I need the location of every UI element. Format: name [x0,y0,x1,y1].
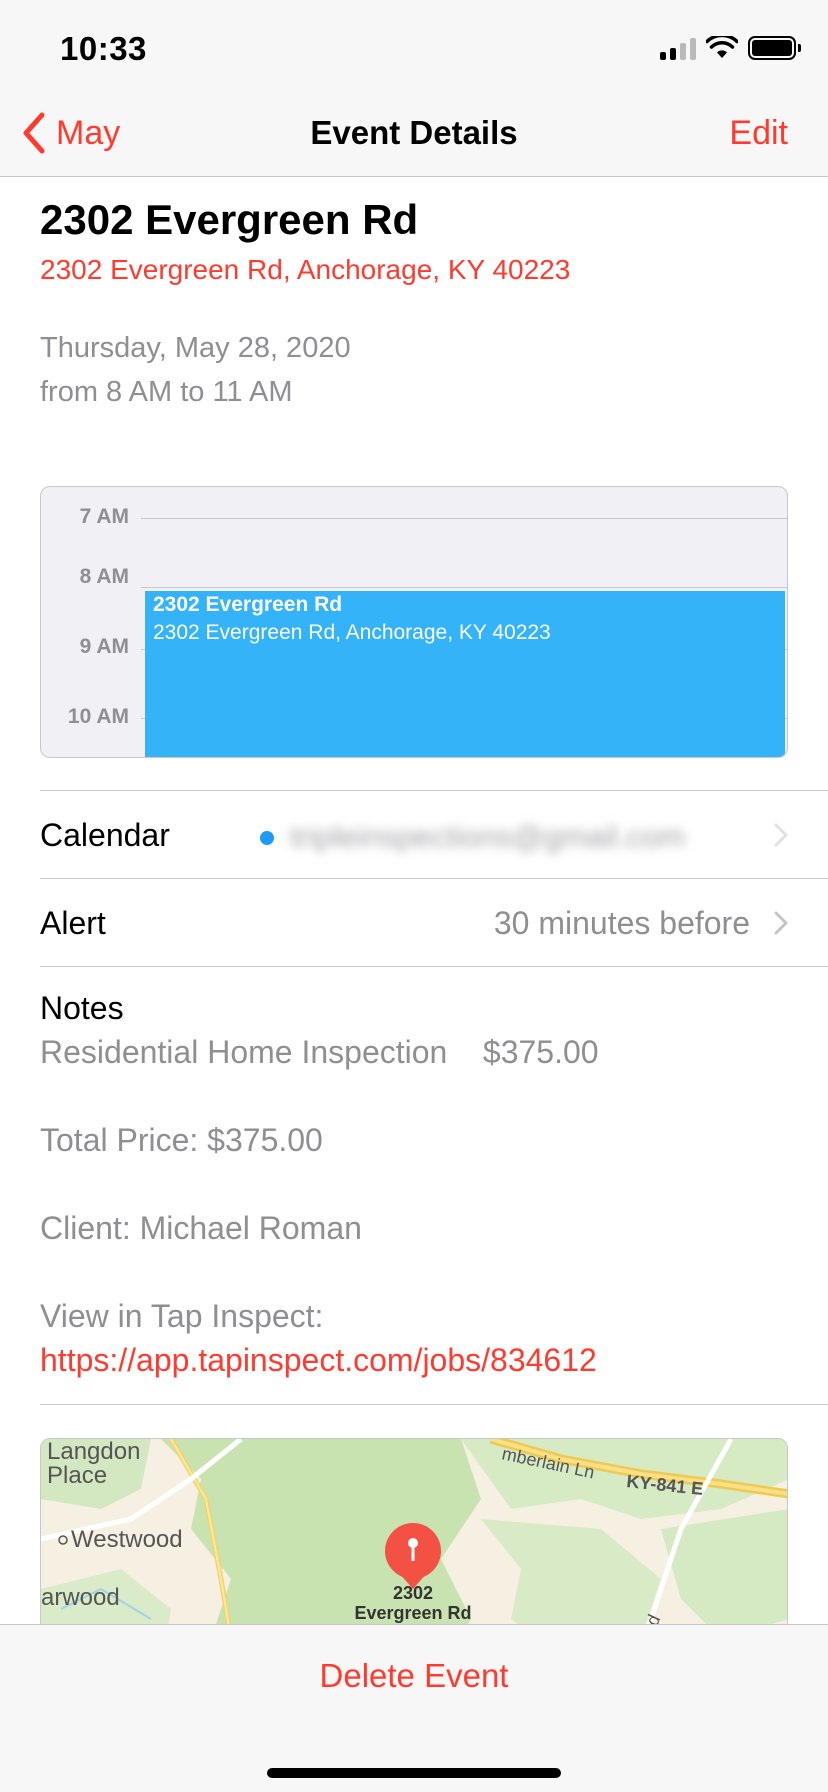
battery-icon [748,36,801,60]
event-title: 2302 Evergreen Rd [40,196,419,243]
notes-view-in-tap: View in Tap Inspect: [40,1298,324,1334]
preview-event-block[interactable]: 2302 Evergreen Rd 2302 Evergreen Rd, Anc… [145,591,785,757]
hour-label-7am: 7 AM [79,505,129,528]
home-indicator[interactable] [267,1768,561,1778]
map-pin-label-2: Evergreen Rd [354,1603,471,1623]
calendar-account-value: tripleinspections@gmail.com [290,819,686,854]
event-location-link[interactable]: 2302 Evergreen Rd, Anchorage, KY 40223 [40,254,570,286]
calendar-label: Calendar [40,817,170,853]
preview-event-location: 2302 Evergreen Rd, Anchorage, KY 40223 [153,621,551,644]
wifi-icon [706,36,738,58]
page-title: Event Details [310,114,518,151]
hour-line [141,518,787,519]
chevron-right-icon [774,911,788,935]
notes-client: Client: Michael Roman [40,1210,362,1246]
cellular-signal-icon [660,36,696,60]
divider [40,966,828,967]
bottom-toolbar: Delete Event [0,1624,828,1792]
alert-value: 30 minutes before [493,905,750,941]
map-pin-label-1: 2302 [393,1583,433,1603]
notes-total-price: Total Price: $375.00 [40,1122,323,1158]
event-date: Thursday, May 28, 2020 [40,332,351,364]
hour-label-10am: 10 AM [67,705,129,728]
map-label-arwood: arwood [41,1584,120,1611]
chevron-right-icon [774,823,788,847]
calendar-color-dot [260,831,274,845]
hour-label-8am: 8 AM [79,565,129,588]
status-bar: 10:33 [0,0,828,100]
hour-line [141,587,787,588]
edit-button[interactable]: Edit [729,114,788,153]
notes-service-line: Residential Home Inspection $375.00 [40,1034,599,1070]
status-time: 10:33 [60,30,147,67]
location-map[interactable]: Langdon Place Westwood arwood mberlain L… [40,1438,788,1625]
map-label-westwood: Westwood [71,1526,183,1553]
alert-row[interactable]: Alert 30 minutes before [40,878,828,966]
divider [40,1404,828,1405]
calendar-row[interactable]: Calendar tripleinspections@gmail.com [40,790,828,878]
event-time-range: from 8 AM to 11 AM [40,376,293,408]
map-graphic: Langdon Place Westwood arwood mberlain L… [41,1439,787,1625]
tap-inspect-link[interactable]: https://app.tapinspect.com/jobs/834612 [40,1342,597,1379]
preview-event-title: 2302 Evergreen Rd [153,593,343,616]
day-preview: 7 AM 8 AM 9 AM 10 AM 2302 Evergreen Rd 2… [40,486,788,758]
event-details-content[interactable]: 2302 Evergreen Rd 2302 Evergreen Rd, Anc… [0,178,828,1625]
status-icons [660,36,801,60]
alert-label: Alert [40,905,106,941]
hour-label-9am: 9 AM [79,635,129,658]
delete-event-button[interactable]: Delete Event [0,1657,828,1695]
notes-label: Notes [40,990,124,1026]
map-label-langdon-2: Place [47,1462,107,1489]
navigation-bar: May Event Details Edit [0,100,828,177]
